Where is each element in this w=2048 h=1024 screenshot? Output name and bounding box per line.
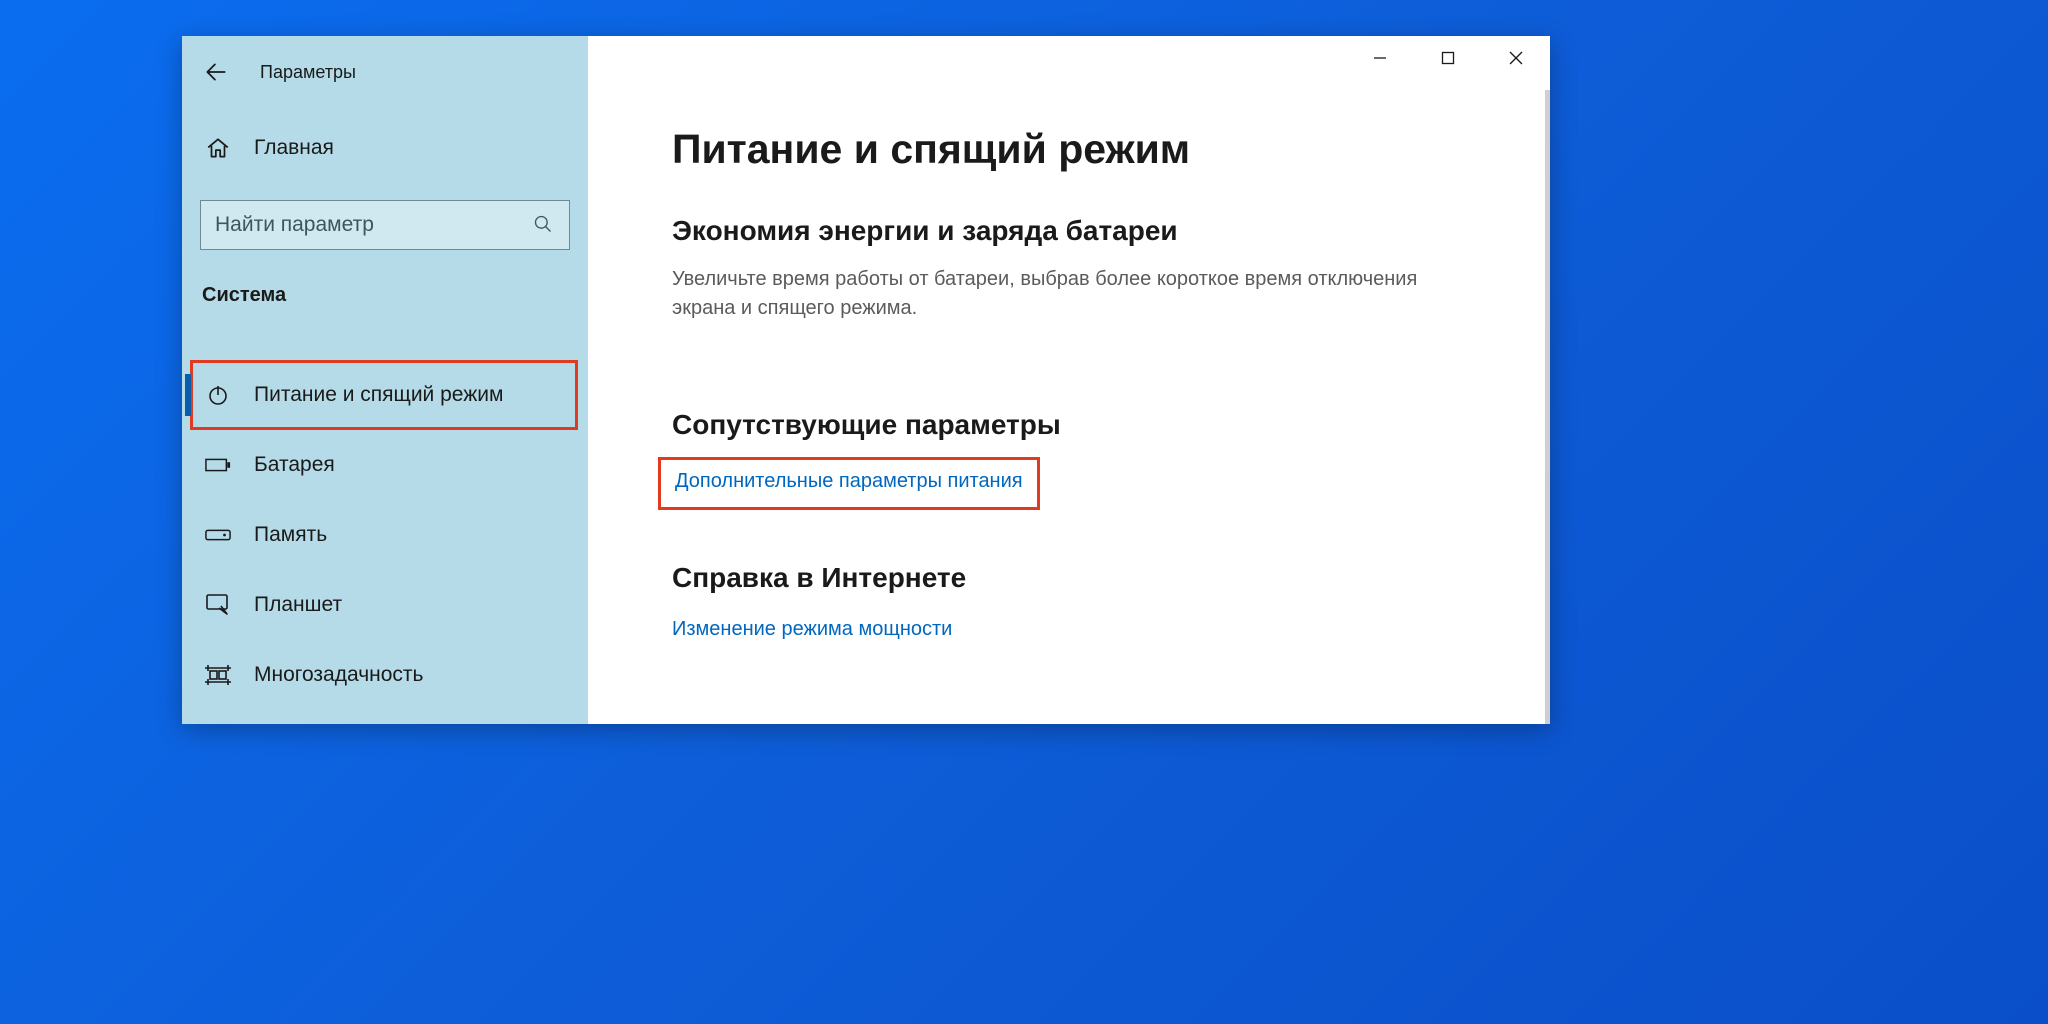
tablet-icon [204,591,232,619]
section-help-title: Справка в Интернете [672,562,1470,594]
section-energy-body: Увеличьте время работы от батареи, выбра… [672,265,1452,323]
sidebar-item-battery[interactable]: Батарея [182,430,588,500]
search-input[interactable] [215,213,533,237]
maximize-button[interactable] [1414,36,1482,80]
link-additional-power[interactable]: Дополнительные параметры питания [675,470,1023,493]
battery-icon [204,451,232,479]
page-title: Питание и спящий режим [672,126,1470,173]
home-icon [204,134,232,162]
search-input-container[interactable] [200,200,570,250]
sidebar-category: Система [202,284,286,307]
back-button[interactable] [198,54,234,90]
sidebar-home[interactable]: Главная [204,134,334,162]
app-title: Параметры [260,54,356,90]
search-icon [533,214,555,236]
minimize-button[interactable] [1346,36,1414,80]
close-button[interactable] [1482,36,1550,80]
sidebar-item-label: Многозадачность [254,663,423,687]
sidebar-item-label: Питание и спящий режим [254,383,503,407]
sidebar-item-multitask[interactable]: Многозадачность [182,640,588,710]
section-related-title: Сопутствующие параметры [672,409,1470,441]
section-energy-title: Экономия энергии и заряда батареи [672,215,1470,247]
storage-icon [204,521,232,549]
link-change-power-mode[interactable]: Изменение режима мощности [672,618,952,641]
sidebar-item-tablet[interactable]: Планшет [182,570,588,640]
content-pane: Питание и спящий режим Экономия энергии … [588,36,1550,724]
power-icon [204,381,232,409]
highlight-additional-power: Дополнительные параметры питания [658,457,1040,510]
sidebar-item-label: Память [254,523,327,547]
scrollbar[interactable] [1545,90,1550,724]
multitask-icon [204,661,232,689]
sidebar-home-label: Главная [254,136,334,160]
sidebar-item-power-sleep[interactable]: Питание и спящий режим [190,360,578,430]
sidebar: Параметры Главная Система Питание и спящ… [182,36,588,724]
sidebar-nav-list: Питание и спящий режим Батарея Память Пл… [182,360,588,710]
window-controls [1346,36,1550,84]
sidebar-item-label: Планшет [254,593,342,617]
sidebar-item-storage[interactable]: Память [182,500,588,570]
sidebar-item-label: Батарея [254,453,335,477]
settings-window: Параметры Главная Система Питание и спящ… [182,36,1550,724]
